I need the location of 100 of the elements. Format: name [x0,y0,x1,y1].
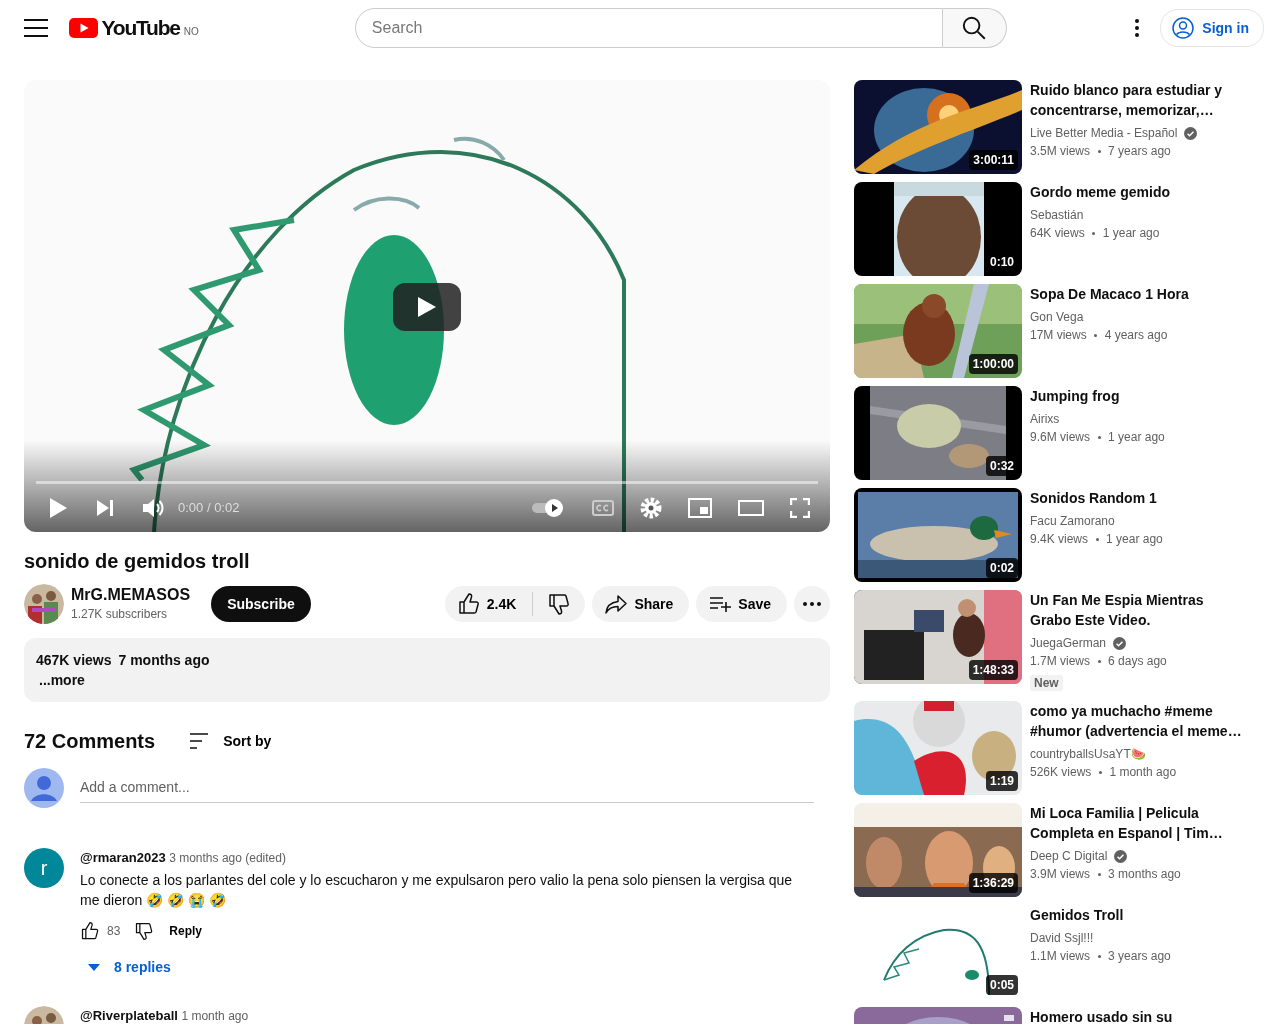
comment-time[interactable]: 1 month ago [181,1006,249,1024]
play-icon [48,497,68,519]
thumbs-up-icon[interactable] [456,592,481,616]
upload-date: 1 year ago [1106,531,1163,548]
volume-icon [142,498,164,518]
theater-icon [738,500,764,516]
view-count: 3.9M views [1030,866,1091,883]
view-count: 9.6M views [1030,429,1091,446]
description-box[interactable]: 467K views 7 months ago ...more [24,638,830,702]
sign-in-button[interactable]: Sign in [1160,9,1264,47]
thumbs-down-icon[interactable] [547,592,572,616]
channel-name[interactable]: Sebastián [1030,206,1084,224]
comment-author[interactable]: @rmaran2023 [80,848,166,868]
comment-author[interactable]: @Riverplateball [80,1005,178,1024]
verified-icon [1114,849,1128,863]
new-badge: New [1030,675,1063,691]
video-title[interactable]: Sopa De Macaco 1 Hora [1030,284,1245,304]
like-count: 83 [107,922,121,940]
subscribe-button[interactable]: Subscribe [211,586,311,622]
captions-icon [592,500,614,516]
video-title[interactable]: Jumping frog [1030,386,1245,406]
upload-date: 7 months ago [118,651,210,670]
view-count: 526K views [1030,764,1092,781]
fullscreen-button[interactable] [790,498,810,518]
fullscreen-icon [790,498,810,518]
miniplayer-button[interactable] [688,498,712,518]
sort-icon [189,733,210,749]
duration-label: 1:48:33 [968,660,1018,680]
share-button[interactable]: Share [592,586,690,622]
comment-time[interactable]: 3 months ago (edited) [169,849,286,867]
upload-date: 1 year ago [1102,225,1160,242]
autoplay-toggle[interactable] [530,498,566,518]
channel-name[interactable]: Deep C Digital [1030,847,1108,865]
settings-button[interactable] [640,497,662,519]
channel-name[interactable]: JuegaGerman [1030,634,1107,652]
avatar-icon [24,768,64,808]
thumbs-up-icon[interactable] [80,920,100,941]
search-field[interactable]: Search [354,8,943,48]
region-code: NO [183,25,199,40]
logo-icon[interactable] [69,18,98,38]
upload-date: 6 days ago [1108,653,1167,670]
video-title: sonido de gemidos troll [24,549,251,574]
channel-name[interactable]: Airixs [1030,410,1060,428]
video-title[interactable]: Un Fan Me Espia Mientras Grabo Este Video. [1030,590,1245,630]
more-link[interactable]: ...more [36,672,85,688]
view-count: 467K views [36,651,112,670]
upload-date: 7 years ago [1108,143,1171,160]
reply-button[interactable]: Reply [161,915,211,946]
channel-name[interactable]: Facu Zamorano [1030,512,1115,530]
video-title[interactable]: Gemidos Troll [1030,905,1245,925]
upload-date: 4 years ago [1104,327,1168,344]
play-button[interactable] [393,283,461,331]
duration-label: 0:05 [985,975,1018,995]
caret-down-icon [88,963,100,971]
channel-name[interactable]: MrG.MEMASOS [71,585,191,605]
theater-button[interactable] [738,500,764,516]
time-display: 0:00 / 0:02 [178,499,240,518]
user-icon [1171,16,1196,40]
next-icon [96,499,114,517]
upload-date: 3 months ago [1108,866,1181,883]
channel-name[interactable]: Live Better Media - Español [1030,124,1178,142]
view-count: 9.4K views [1030,531,1089,548]
channel-name[interactable]: countryballsUsaYT🍉 [1030,745,1146,763]
upload-date: 1 year ago [1108,429,1165,446]
verified-icon [1184,126,1198,140]
subscriber-count: 1.27K subscribers [71,606,169,623]
video-title[interactable]: Ruido blanco para estudiar y concentrarse, memorizar,… [1030,80,1245,120]
sort-button[interactable]: Sort by [189,730,272,752]
video-title[interactable]: como ya muchacho #meme #humor (advertencia el meme… [1030,701,1245,741]
channel-name[interactable]: Gon Vega [1030,308,1084,326]
share-icon [604,592,629,616]
video-title[interactable]: Homero usado sin su [1030,1007,1245,1024]
duration-label: 1:36:29 [968,873,1018,893]
view-count: 1.1M views [1030,948,1091,965]
toggle-icon [530,498,566,518]
view-count: 64K views [1030,225,1085,242]
more-icon[interactable] [1134,18,1141,38]
logo-text[interactable]: YouTube [101,12,180,44]
search-button[interactable] [942,8,1007,48]
more-icon [803,602,821,606]
view-count: 3.5M views [1030,143,1091,160]
next-button[interactable] [96,499,114,517]
more-button[interactable] [794,586,830,622]
view-count: 17M views [1030,327,1087,344]
replies-button[interactable]: 8 replies [80,952,179,982]
video-title[interactable]: Sonidos Random 1 [1030,488,1245,508]
upload-date: 3 years ago [1108,948,1171,965]
video-title[interactable]: Gordo meme gemido [1030,182,1245,202]
menu-icon[interactable] [24,16,48,40]
video-title[interactable]: Mi Loca Familia | Pelicula Completa en Espanol | Tim… [1030,803,1245,843]
duration-label: 0:02 [985,558,1018,578]
view-count: 1.7M views [1030,653,1091,670]
volume-button[interactable] [142,498,164,518]
channel-name[interactable]: David Ssjl!!! [1030,929,1094,947]
save-button[interactable]: Save [696,586,787,622]
upload-date: 1 month ago [1109,764,1177,781]
avatar[interactable]: r [24,848,64,888]
thumbs-down-icon[interactable] [134,920,155,941]
duration-label: 1:19 [985,771,1018,791]
comment-text: Lo conecte a los parlantes del cole y lo escucharon y me expulsaron pero valio la pena solo piensen la vergisa que me dieron 🤣 🤣 😭 🤣 [80,870,794,910]
